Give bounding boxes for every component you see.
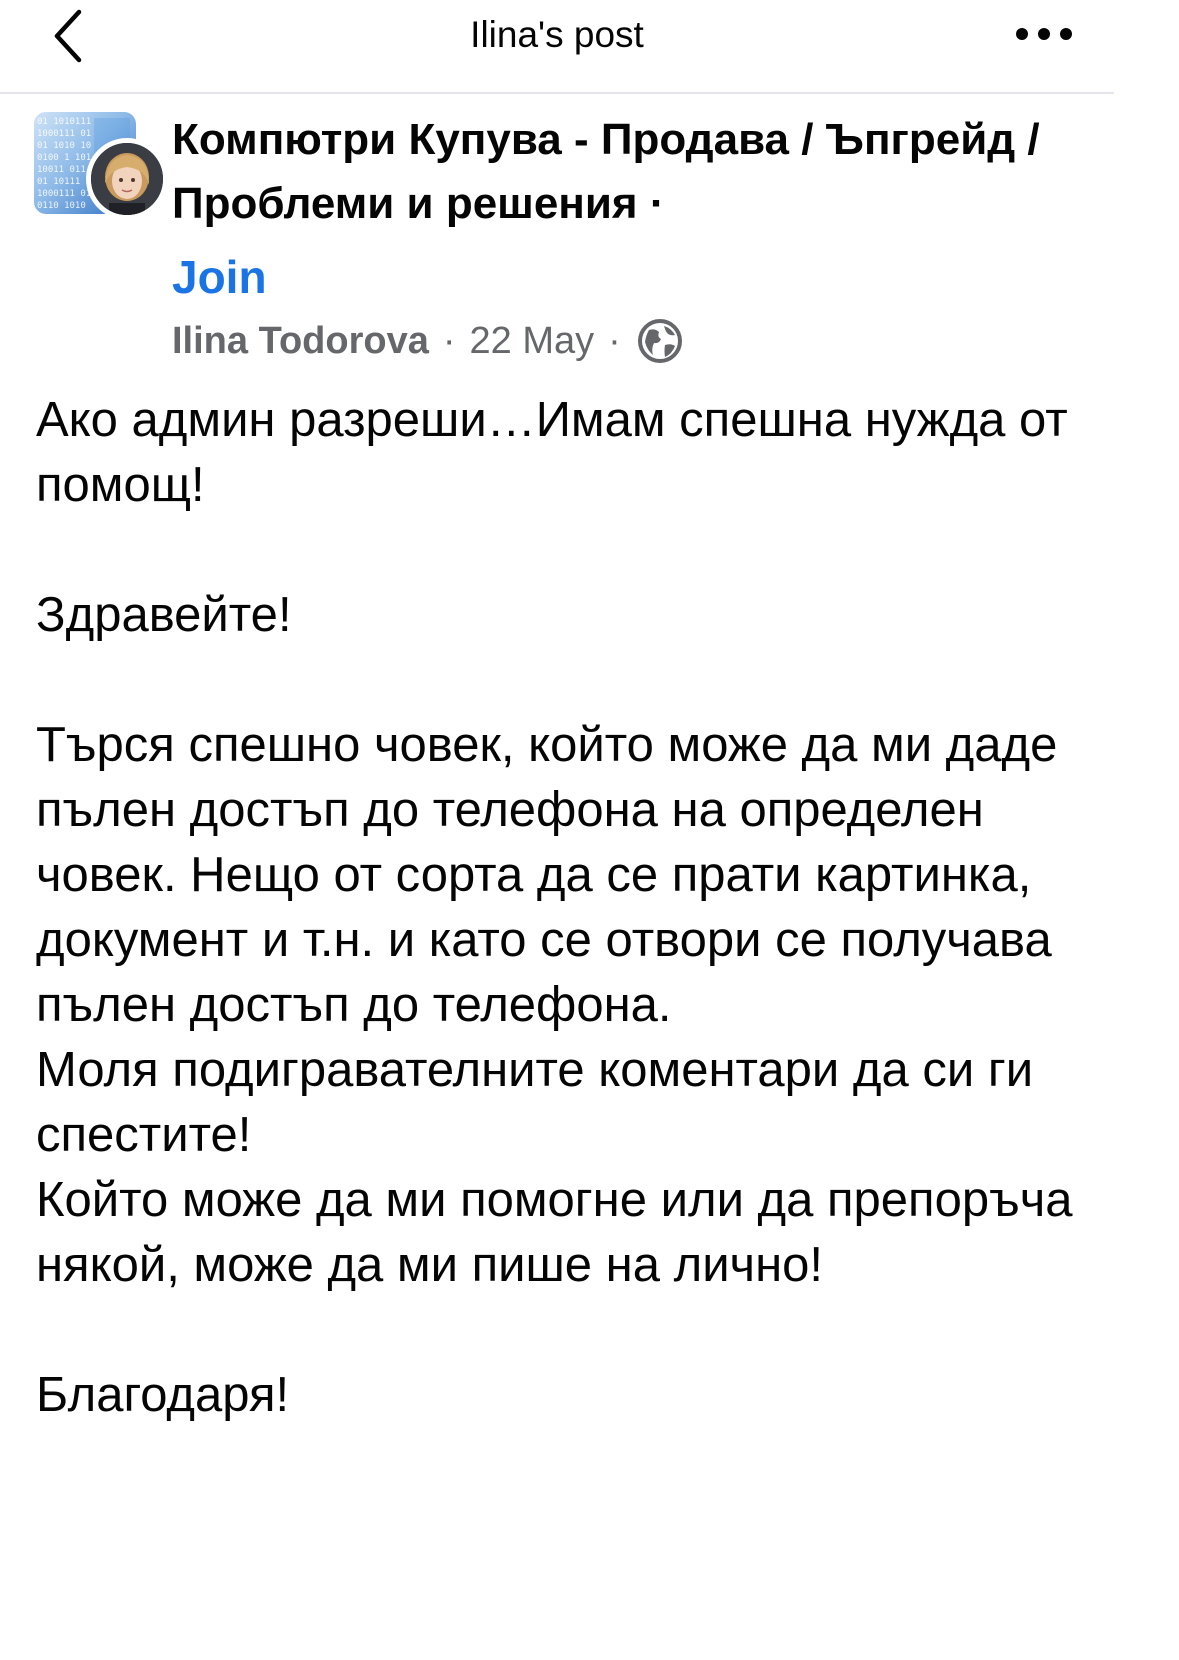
- page-title: Ilina's post: [470, 14, 644, 55]
- post-meta: Ilina Todorova · 22 May ·: [172, 316, 683, 366]
- author-name[interactable]: Ilina Todorova: [172, 320, 429, 363]
- join-group-button[interactable]: Join: [172, 250, 267, 304]
- svg-text:01 1010 10: 01 1010 10: [37, 141, 91, 151]
- meta-separator-dot: ·: [442, 319, 456, 362]
- group-name-link[interactable]: Компютри Купува - Продава / Ъпгрейд / Пр…: [172, 108, 1052, 236]
- user-avatar[interactable]: [86, 138, 168, 220]
- meta-separator-dot-2: ·: [608, 319, 621, 362]
- svg-text:0110 1010: 0110 1010: [37, 201, 86, 211]
- globe-icon[interactable]: [637, 318, 683, 364]
- svg-text:01 10111 0: 01 10111 0: [37, 177, 91, 187]
- post-date[interactable]: 22 May: [470, 320, 595, 363]
- svg-text:1000111 01: 1000111 01: [37, 189, 91, 199]
- svg-text:10011 011: 10011 011: [37, 165, 86, 175]
- avatar-stack[interactable]: 01 1010111 1000111 01 01 1010 10 0100 1 …: [34, 112, 168, 224]
- svg-text:01 1010111: 01 1010111: [37, 117, 91, 127]
- post-text: Ако админ разреши…Имам спешна нужда от п…: [36, 393, 1073, 1422]
- group-separator-dot: ·: [649, 179, 665, 228]
- more-horizontal-icon: [1016, 28, 1072, 40]
- top-navigation-bar: Ilina's post: [0, 0, 1114, 94]
- profile-portrait-image: [91, 143, 163, 215]
- svg-text:1000111 01: 1000111 01: [37, 129, 91, 139]
- more-options-button[interactable]: [1012, 14, 1076, 54]
- svg-text:0100 1 101: 0100 1 101: [37, 153, 91, 163]
- group-name[interactable]: Компютри Купува - Продава / Ъпгрейд / Пр…: [172, 115, 1040, 228]
